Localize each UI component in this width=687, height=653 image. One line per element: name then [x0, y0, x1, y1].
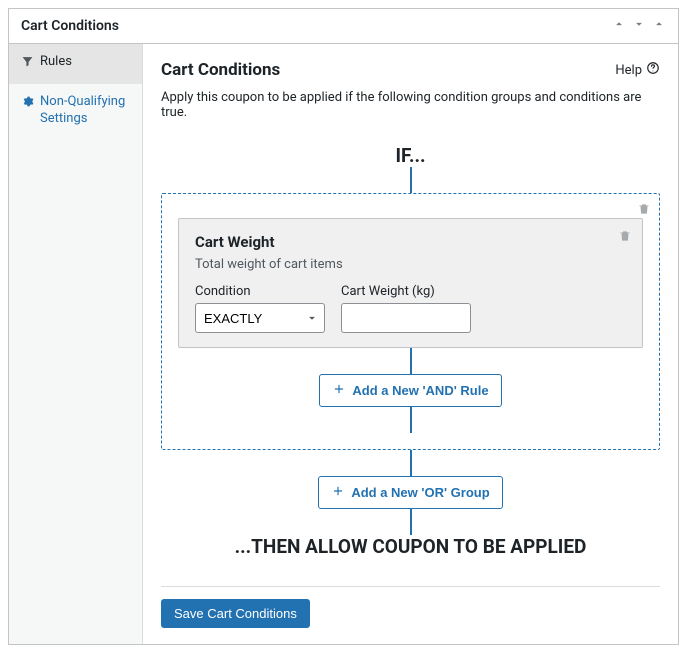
description: Apply this coupon to be applied if the f… — [161, 90, 660, 120]
gear-icon — [21, 95, 34, 114]
toggle-panel-icon[interactable] — [652, 17, 666, 35]
main-content: Cart Conditions Help Apply this coupon t… — [143, 44, 678, 644]
collapse-down-icon[interactable] — [632, 17, 646, 35]
save-button[interactable]: Save Cart Conditions — [161, 599, 310, 628]
collapse-up-icon[interactable] — [612, 17, 626, 35]
condition-select-wrap: EXACTLYMORE THANLESS THAN — [195, 303, 325, 333]
connector-line — [410, 450, 412, 476]
weight-field: Cart Weight (kg) — [341, 284, 471, 333]
rule-cart-weight: Cart Weight Total weight of cart items C… — [178, 218, 643, 348]
rule-fields: Condition EXACTLYMORE THANLESS THAN Cart… — [195, 284, 626, 333]
add-or-group-button[interactable]: Add a New 'OR' Group — [318, 476, 502, 509]
panel-title: Cart Conditions — [21, 18, 119, 34]
condition-field: Condition EXACTLYMORE THANLESS THAN — [195, 284, 325, 333]
then-heading: ...THEN ALLOW COUPON TO BE APPLIED — [161, 535, 660, 558]
add-and-row: Add a New 'AND' Rule — [178, 374, 643, 407]
connector-line — [410, 348, 412, 374]
footer: Save Cart Conditions — [161, 586, 660, 628]
rule-title: Cart Weight — [195, 233, 626, 251]
weight-input[interactable] — [341, 303, 471, 333]
panel-header-controls — [612, 17, 666, 35]
trash-icon — [618, 232, 632, 247]
rule-description: Total weight of cart items — [195, 257, 626, 272]
panel-body: Rules Non-Qualifying Settings Cart Condi… — [9, 44, 678, 644]
condition-label: Condition — [195, 284, 325, 299]
add-and-rule-button[interactable]: Add a New 'AND' Rule — [319, 374, 501, 407]
help-icon — [646, 61, 660, 79]
connector-line — [410, 509, 412, 535]
plus-icon — [331, 484, 345, 501]
add-or-row: Add a New 'OR' Group — [161, 476, 660, 509]
funnel-icon — [21, 55, 34, 74]
plus-icon — [332, 382, 346, 399]
sidebar-item-non-qualifying[interactable]: Non-Qualifying Settings — [9, 84, 142, 138]
sidebar-item-rules[interactable]: Rules — [9, 44, 142, 84]
weight-label: Cart Weight (kg) — [341, 284, 471, 299]
sidebar-item-label: Rules — [40, 54, 72, 71]
cart-conditions-panel: Cart Conditions Rules Non-Qualifying Set… — [8, 8, 679, 645]
add-or-label: Add a New 'OR' Group — [351, 485, 489, 500]
delete-rule-button[interactable] — [618, 229, 632, 247]
condition-select[interactable]: EXACTLYMORE THANLESS THAN — [195, 303, 325, 333]
condition-group: Cart Weight Total weight of cart items C… — [161, 193, 660, 450]
panel-header: Cart Conditions — [9, 9, 678, 44]
sidebar: Rules Non-Qualifying Settings — [9, 44, 143, 644]
help-link[interactable]: Help — [615, 61, 660, 79]
page-title: Cart Conditions — [161, 60, 280, 80]
sidebar-item-label: Non-Qualifying Settings — [40, 94, 130, 128]
connector-line — [410, 407, 412, 433]
if-heading: IF... — [161, 144, 660, 167]
connector-line — [410, 167, 412, 193]
add-and-label: Add a New 'AND' Rule — [352, 383, 488, 398]
main-header: Cart Conditions Help — [161, 60, 660, 80]
help-label: Help — [615, 63, 642, 78]
